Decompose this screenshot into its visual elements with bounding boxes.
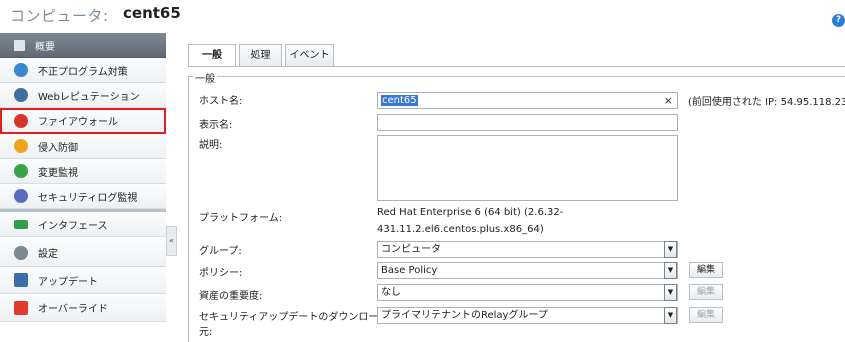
hostname-value: cent65 xyxy=(381,95,418,106)
group-select[interactable]: コンピュータ ▼ xyxy=(377,241,678,258)
policy-select[interactable]: Base Policy ▼ xyxy=(377,262,678,279)
title-bar: コンピュータ: cent65 ? xyxy=(0,0,845,33)
overview-icon xyxy=(14,39,25,51)
platform-line-1: Red Hat Enterprise 6 (64 bit) (2.6.32- xyxy=(377,207,564,218)
asset-importance-edit-button[interactable]: 編集 xyxy=(689,284,723,300)
sidebar-item-log-inspection[interactable]: セキュリティログ監視 xyxy=(0,184,166,209)
sidebar: 概要 不正プログラム対策 Webレピュテーション ファイアウォール 侵入防御 変… xyxy=(0,33,166,342)
chevron-down-icon[interactable]: ▼ xyxy=(664,284,677,301)
clear-icon[interactable]: × xyxy=(664,93,673,108)
group-label: グループ: xyxy=(199,246,242,257)
sidebar-item-label: オーバーライド xyxy=(38,304,108,315)
chevron-down-icon[interactable]: ▼ xyxy=(664,307,677,324)
tab-underline xyxy=(188,66,845,67)
update-source-edit-button[interactable]: 編集 xyxy=(689,307,723,323)
update-source-label-line-2: 元: xyxy=(199,327,213,338)
general-legend: 一般 xyxy=(193,70,217,85)
sidebar-item-label: アップデート xyxy=(38,276,98,288)
asset-importance-label: 資産の重要度: xyxy=(199,291,263,302)
sidebar-item-updates[interactable]: アップデート xyxy=(0,267,166,294)
sidebar-item-label: ファイアウォール xyxy=(38,117,118,128)
group-select-value: コンピュータ xyxy=(381,244,441,255)
policy-label: ポリシー: xyxy=(199,268,243,279)
log-inspection-icon xyxy=(14,189,28,203)
sidebar-item-intrusion-prevention[interactable]: 侵入防御 xyxy=(0,134,166,159)
sidebar-item-label: 概要 xyxy=(35,41,55,53)
sidebar-item-label: 設定 xyxy=(38,249,58,260)
last-used-ip-note: (前回使用された IP: 54.95.118.236) xyxy=(688,97,845,108)
sidebar-item-web-reputation[interactable]: Webレピュテーション xyxy=(0,83,166,108)
sidebar-item-overview[interactable]: 概要 xyxy=(0,33,166,58)
display-name-input[interactable] xyxy=(377,114,678,131)
sidebar-item-label: セキュリティログ監視 xyxy=(38,192,138,204)
page-title-host: cent65 xyxy=(123,4,181,22)
sidebar-item-settings[interactable]: 設定 xyxy=(0,239,166,267)
interfaces-icon xyxy=(14,219,28,229)
platform-label: プラットフォーム: xyxy=(199,213,283,224)
integrity-monitoring-icon xyxy=(14,164,28,178)
sidebar-item-label: Webレピュテーション xyxy=(38,91,140,103)
hostname-label: ホスト名: xyxy=(199,96,243,107)
update-source-value: プライマリテナントのRelayグループ xyxy=(381,310,548,321)
sidebar-item-anti-malware[interactable]: 不正プログラム対策 xyxy=(0,58,166,83)
page-title-prefix: コンピュータ: xyxy=(10,7,109,25)
sidebar-item-interfaces[interactable]: インタフェース xyxy=(0,212,166,237)
display-name-label: 表示名: xyxy=(199,120,233,131)
settings-icon xyxy=(14,245,28,260)
firewall-icon xyxy=(14,113,28,128)
help-icon[interactable]: ? xyxy=(832,14,845,27)
anti-malware-icon xyxy=(14,63,28,77)
updates-icon xyxy=(14,273,28,287)
tab-events[interactable]: イベント xyxy=(285,44,334,66)
sidebar-collapse-button[interactable]: « xyxy=(166,226,177,256)
web-reputation-icon xyxy=(14,88,28,102)
sidebar-item-label: 変更監視 xyxy=(38,167,78,179)
hostname-input[interactable]: cent65 × xyxy=(377,92,678,109)
sidebar-item-label: インタフェース xyxy=(38,220,108,232)
description-textarea[interactable] xyxy=(377,135,678,201)
sidebar-item-firewall[interactable]: ファイアウォール xyxy=(0,108,166,134)
update-source-label-line-1: セキュリティアップデートのダウンロード xyxy=(199,312,389,323)
policy-edit-button[interactable]: 編集 xyxy=(689,262,723,278)
sidebar-item-label: 不正プログラム対策 xyxy=(38,66,128,78)
tab-general[interactable]: 一般 xyxy=(188,44,236,67)
overrides-icon xyxy=(14,300,28,315)
update-source-select[interactable]: プライマリテナントのRelayグループ ▼ xyxy=(377,307,678,324)
sidebar-item-overrides[interactable]: オーバーライド xyxy=(0,294,166,322)
intrusion-prevention-icon xyxy=(14,139,28,153)
chevron-down-icon[interactable]: ▼ xyxy=(664,241,677,258)
policy-select-value: Base Policy xyxy=(381,265,438,276)
asset-importance-value: なし xyxy=(381,287,401,298)
asset-importance-select[interactable]: なし ▼ xyxy=(377,284,678,301)
platform-line-2: 431.11.2.el6.centos.plus.x86_64) xyxy=(377,224,544,235)
description-label: 説明: xyxy=(199,140,223,151)
sidebar-item-label: 侵入防御 xyxy=(38,142,78,154)
tab-actions[interactable]: 処理 xyxy=(239,44,282,66)
chevron-down-icon[interactable]: ▼ xyxy=(664,262,677,279)
sidebar-item-integrity-monitoring[interactable]: 変更監視 xyxy=(0,159,166,184)
